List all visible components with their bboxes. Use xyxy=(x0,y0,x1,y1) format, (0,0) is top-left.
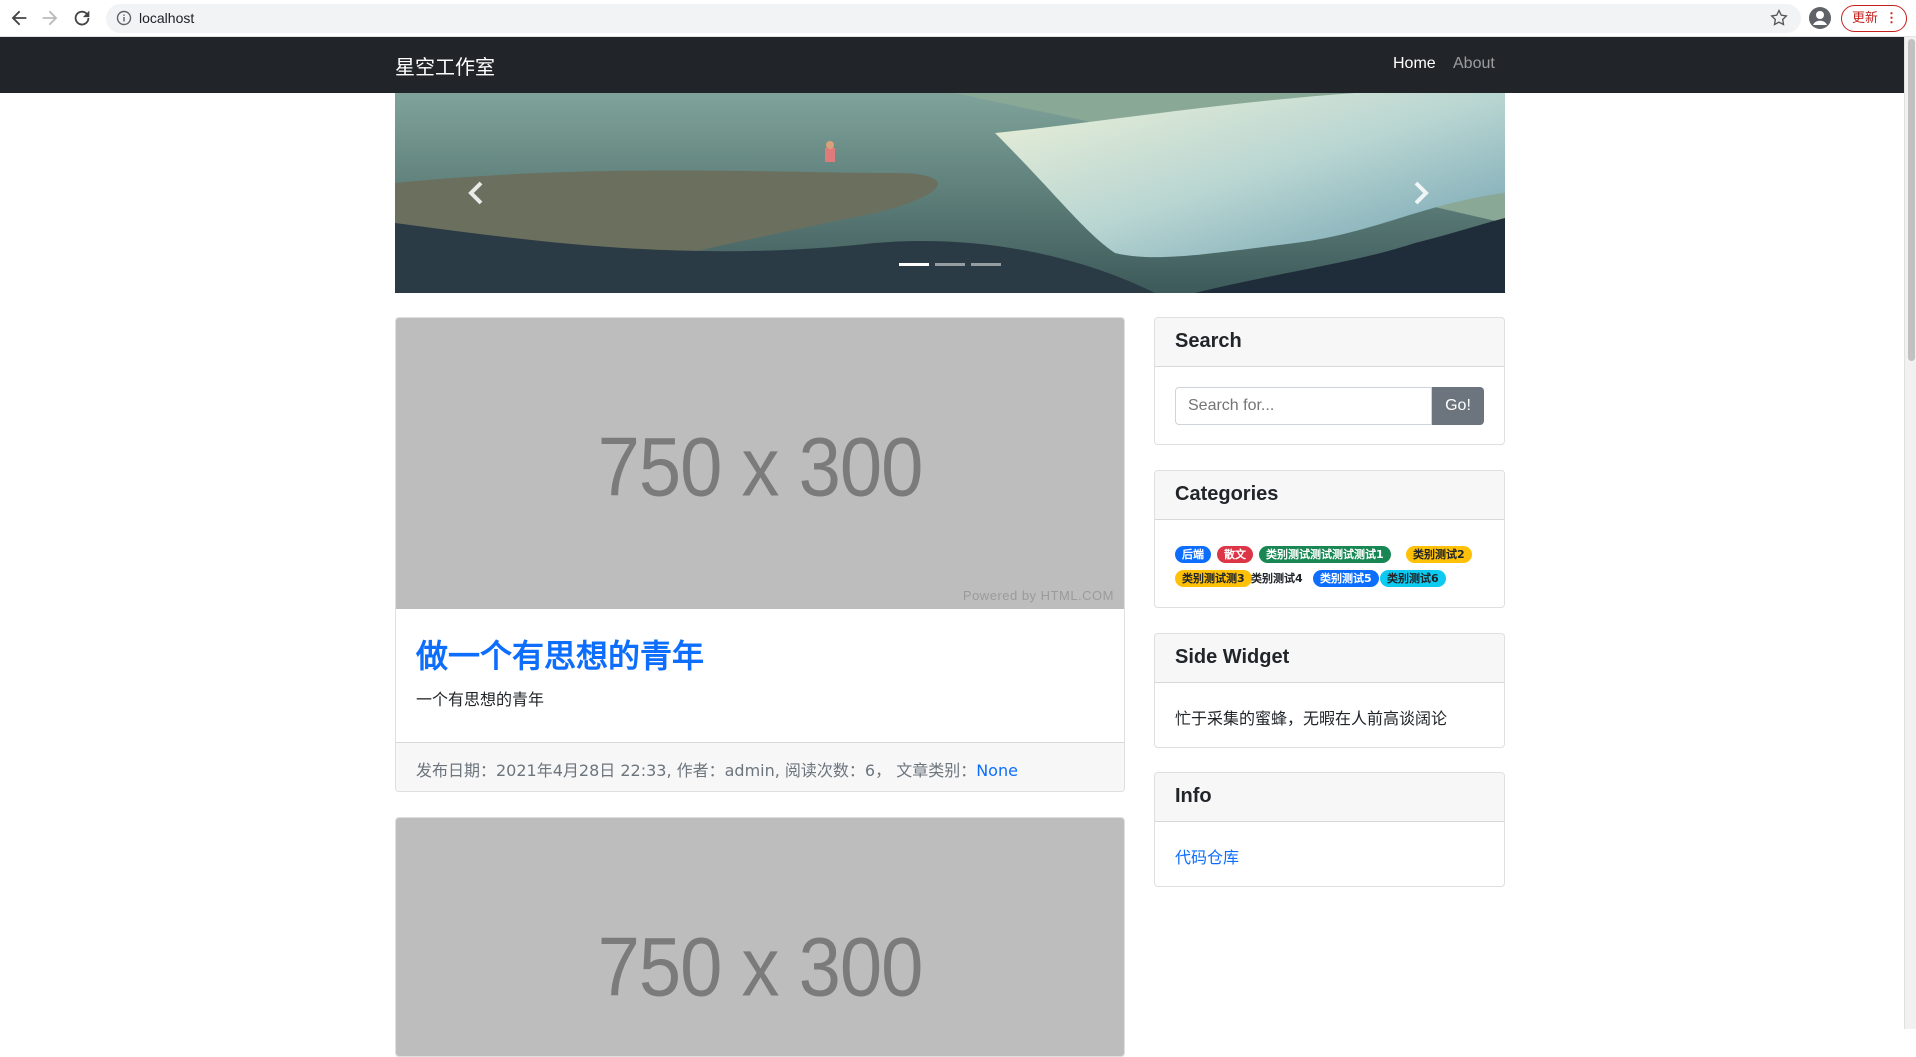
search-go-button[interactable]: Go! xyxy=(1432,387,1484,425)
category-badge[interactable]: 类别测试5 xyxy=(1313,570,1379,587)
post-meta: 发布日期：2021年4月28日 22:33, 作者：admin, 阅读次数：6，… xyxy=(416,757,1018,781)
carousel-indicators xyxy=(899,263,1001,267)
post-placeholder-image[interactable]: 750 x 300 xyxy=(396,818,1124,1056)
carousel-indicator[interactable] xyxy=(935,263,965,266)
bookmark-star-icon[interactable] xyxy=(1769,8,1789,28)
post-meta-text: 发布日期：2021年4月28日 22:33, 作者：admin, 阅读次数：6，… xyxy=(416,761,977,780)
blog-post-card: 750 x 300 xyxy=(395,817,1125,1057)
search-input[interactable] xyxy=(1175,387,1432,425)
side-widget-body: 忙于采集的蜜蜂，无暇在人前高谈阔论 xyxy=(1155,683,1504,728)
forward-arrow-icon[interactable] xyxy=(39,7,61,29)
reload-icon[interactable] xyxy=(71,7,93,29)
carousel-indicator[interactable] xyxy=(971,263,1001,266)
category-badge[interactable]: 类别测试2 xyxy=(1406,546,1472,563)
placeholder-size-text: 750 x 300 xyxy=(597,920,924,1015)
category-badge[interactable]: 后端 xyxy=(1175,546,1211,563)
placeholder-size-text: 750 x 300 xyxy=(597,420,924,515)
placeholder-credit: Powered by HTML.COM xyxy=(962,588,1114,603)
categories-widget-body: 后端 散文 类别测试测试测试测试1 类别测试2 类别测试测3 类别测试4 类别测… xyxy=(1155,520,1504,587)
search-widget-body: Go! xyxy=(1155,367,1504,425)
nav-link-home[interactable]: Home xyxy=(1393,55,1436,73)
back-arrow-icon[interactable] xyxy=(8,7,30,29)
menu-dots-icon[interactable]: ⋮ xyxy=(1885,6,1898,30)
categories-widget-title: Categories xyxy=(1155,471,1504,520)
chevron-right-icon xyxy=(1414,181,1429,205)
post-footer: 发布日期：2021年4月28日 22:33, 作者：admin, 阅读次数：6，… xyxy=(396,742,1124,791)
hero-carousel xyxy=(395,93,1505,293)
categories-widget: Categories 后端 散文 类别测试测试测试测试1 类别测试2 类别测试测… xyxy=(1154,470,1505,608)
site-navbar: 星空工作室 Home About xyxy=(0,37,1904,93)
category-badge[interactable]: 类别测试测试测试测试1 xyxy=(1259,546,1391,563)
category-badge[interactable]: 类别测试测3 xyxy=(1175,570,1252,587)
code-repo-link[interactable]: 代码仓库 xyxy=(1175,844,1239,868)
post-placeholder-image[interactable]: 750 x 300 Powered by HTML.COM xyxy=(396,318,1124,609)
post-excerpt: 一个有思想的青年 xyxy=(416,690,545,709)
profile-avatar-icon[interactable] xyxy=(1808,6,1832,30)
scrollbar-thumb[interactable] xyxy=(1908,39,1915,361)
carousel-indicator[interactable] xyxy=(899,263,929,266)
carousel-prev-button[interactable] xyxy=(457,173,497,213)
category-badge[interactable]: 类别测试4 xyxy=(1244,570,1310,587)
url-text[interactable]: localhost xyxy=(139,10,194,26)
browser-toolbar: localhost 更新 ⋮ xyxy=(0,0,1916,37)
update-button[interactable]: 更新 ⋮ xyxy=(1841,5,1907,32)
info-widget: Info 代码仓库 xyxy=(1154,772,1505,887)
blog-post-card: 750 x 300 Powered by HTML.COM 做一个有思想的青年 … xyxy=(395,317,1125,792)
address-bar[interactable]: localhost xyxy=(106,4,1801,33)
side-widget: Side Widget 忙于采集的蜜蜂，无暇在人前高谈阔论 xyxy=(1154,633,1505,748)
info-icon[interactable] xyxy=(116,10,132,26)
category-badge[interactable]: 散文 xyxy=(1217,546,1253,563)
category-badge[interactable]: 类别测试6 xyxy=(1380,570,1446,587)
info-widget-body: 代码仓库 xyxy=(1155,822,1504,867)
search-widget: Search Go! xyxy=(1154,317,1505,445)
chevron-left-icon xyxy=(468,181,483,205)
search-widget-title: Search xyxy=(1155,318,1504,367)
nav-link-about[interactable]: About xyxy=(1453,55,1495,73)
side-widget-text: 忙于采集的蜜蜂，无暇在人前高谈阔论 xyxy=(1175,709,1448,728)
page-scrollbar[interactable] xyxy=(1904,37,1916,1029)
navbar-brand[interactable]: 星空工作室 xyxy=(395,51,495,80)
carousel-next-button[interactable] xyxy=(1400,173,1440,213)
update-label: 更新 xyxy=(1852,10,1879,25)
info-widget-title: Info xyxy=(1155,773,1504,822)
side-widget-title: Side Widget xyxy=(1155,634,1504,683)
post-category-link[interactable]: None xyxy=(976,761,1018,780)
post-title-link[interactable]: 做一个有思想的青年 xyxy=(416,631,704,677)
